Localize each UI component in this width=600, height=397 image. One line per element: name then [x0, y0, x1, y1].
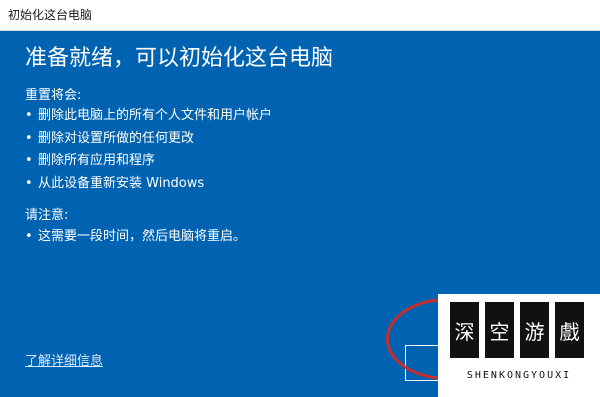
list-item-text: 这需要一段时间，然后电脑将重启。: [38, 229, 247, 244]
learn-more-link[interactable]: 了解详细信息: [25, 353, 103, 371]
watermark-char: 游: [520, 302, 549, 358]
note-items-list: • 这需要一段时间，然后电脑将重启。: [25, 228, 246, 251]
list-item: • 删除所有应用和程序: [25, 152, 272, 175]
bullet-icon: •: [25, 175, 33, 191]
watermark-characters: 深 空 游 戲: [450, 302, 584, 358]
bullet-icon: •: [25, 229, 33, 244]
list-item-text: 删除对设置所做的任何更改: [38, 130, 195, 146]
bullet-icon: •: [25, 108, 33, 123]
watermark-logo: 深 空 游 戲 SHENKONGYOUXI: [438, 294, 600, 397]
list-item-text: 删除此电脑上的所有个人文件和用户帐户: [38, 108, 273, 123]
watermark-char: 深: [450, 302, 479, 358]
list-item-text: 从此设备重新安装 Windows: [38, 175, 205, 191]
page-title: 准备就绪，可以初始化这台电脑: [25, 46, 334, 71]
bullet-icon: •: [25, 153, 33, 168]
list-item: • 这需要一段时间，然后电脑将重启。: [25, 228, 246, 251]
watermark-char: 空: [485, 302, 514, 358]
bullet-icon: •: [25, 130, 33, 146]
reset-items-list: • 删除此电脑上的所有个人文件和用户帐户 • 删除对设置所做的任何更改 • 删除…: [25, 107, 272, 197]
list-item: • 删除对设置所做的任何更改: [25, 130, 272, 153]
watermark-char: 戲: [555, 302, 584, 358]
note-section-label: 请注意:: [25, 208, 69, 223]
list-item-text: 删除所有应用和程序: [38, 153, 156, 168]
list-item: • 从此设备重新安装 Windows: [25, 175, 272, 198]
watermark-subtitle: SHENKONGYOUXI: [466, 370, 572, 381]
list-item: • 删除此电脑上的所有个人文件和用户帐户: [25, 107, 272, 130]
reset-section-label: 重置将会:: [25, 88, 82, 103]
title-bar: 初始化这台电脑: [0, 0, 600, 31]
window-title: 初始化这台电脑: [8, 8, 93, 22]
